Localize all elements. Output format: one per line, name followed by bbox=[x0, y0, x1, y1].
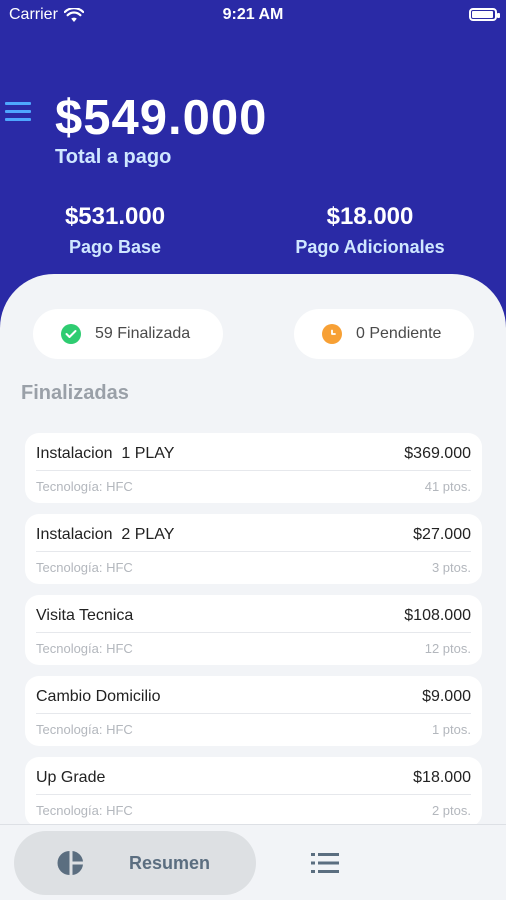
pie-chart-icon bbox=[57, 851, 83, 875]
item-divider bbox=[36, 551, 471, 552]
status-time: 9:21 AM bbox=[222, 6, 284, 23]
tab-summary[interactable]: Resumen bbox=[14, 831, 256, 895]
list-item[interactable]: Instalacion 1 PLAY $369.000 Tecnología: … bbox=[25, 433, 482, 503]
item-points: 2 ptos. bbox=[431, 803, 471, 818]
item-name: Instalacion 2 PLAY bbox=[36, 526, 175, 543]
item-name: Instalacion 1 PLAY bbox=[36, 445, 175, 462]
base-label: Pago Base bbox=[68, 237, 162, 257]
item-points: 1 ptos. bbox=[431, 722, 471, 737]
additional-payment: $18.000 Pago Adicionales bbox=[286, 203, 454, 258]
base-payment: $531.000 Pago Base bbox=[55, 203, 175, 258]
item-divider bbox=[36, 794, 471, 795]
list-item[interactable]: Visita Tecnica $108.000 Tecnología: HFC … bbox=[25, 595, 482, 665]
item-price: $18.000 bbox=[413, 769, 471, 786]
item-technology: Tecnología: HFC bbox=[36, 641, 133, 656]
item-technology: Tecnología: HFC bbox=[36, 803, 133, 818]
item-points: 12 ptos. bbox=[424, 641, 471, 656]
total-label: Total a pago bbox=[55, 146, 172, 168]
additional-label: Pago Adicionales bbox=[295, 237, 445, 257]
item-points: 3 ptos. bbox=[431, 560, 471, 575]
list-item[interactable]: Instalacion 2 PLAY $27.000 Tecnología: H… bbox=[25, 514, 482, 584]
clock-icon bbox=[322, 324, 342, 344]
check-circle-icon bbox=[61, 324, 81, 344]
item-price: $9.000 bbox=[422, 688, 471, 705]
list-icon[interactable] bbox=[311, 852, 339, 874]
item-name: Visita Tecnica bbox=[36, 607, 134, 624]
item-name: Up Grade bbox=[36, 769, 106, 786]
item-price: $108.000 bbox=[404, 607, 471, 624]
additional-amount: $18.000 bbox=[326, 203, 414, 230]
item-divider bbox=[36, 470, 471, 471]
battery-fill bbox=[472, 11, 493, 18]
item-price: $27.000 bbox=[413, 526, 471, 543]
item-technology: Tecnología: HFC bbox=[36, 560, 133, 575]
base-amount: $531.000 bbox=[64, 203, 166, 230]
status-bar: Carrier 9:21 AM bbox=[0, 0, 506, 30]
list-item[interactable]: Up Grade $18.000 Tecnología: HFC 2 ptos. bbox=[25, 757, 482, 827]
item-technology: Tecnología: HFC bbox=[36, 479, 133, 494]
item-divider bbox=[36, 713, 471, 714]
list-item[interactable]: Cambio Domicilio $9.000 Tecnología: HFC … bbox=[25, 676, 482, 746]
battery-icon bbox=[469, 8, 500, 21]
item-technology: Tecnología: HFC bbox=[36, 722, 133, 737]
tab-bar: Resumen bbox=[0, 824, 506, 900]
total-amount: $549.000 bbox=[55, 91, 268, 145]
item-divider bbox=[36, 632, 471, 633]
finalized-filter-button[interactable]: 59 Finalizada bbox=[33, 309, 223, 359]
item-price: $369.000 bbox=[404, 445, 471, 462]
section-title: Finalizadas bbox=[21, 382, 129, 404]
tab-summary-label: Resumen bbox=[129, 852, 211, 873]
item-name: Cambio Domicilio bbox=[36, 688, 161, 705]
item-points: 41 ptos. bbox=[424, 479, 471, 494]
pending-count: 0 Pendiente bbox=[356, 325, 442, 342]
pending-filter-button[interactable]: 0 Pendiente bbox=[294, 309, 474, 359]
hamburger-icon[interactable] bbox=[5, 102, 31, 122]
finalized-count: 59 Finalizada bbox=[95, 325, 191, 342]
